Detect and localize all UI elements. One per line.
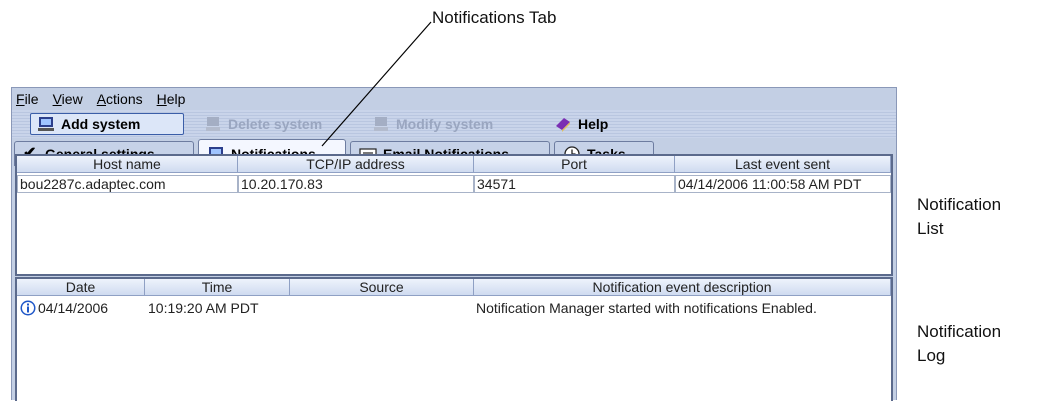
menu-view[interactable]: View (53, 91, 83, 107)
column-header-last-event-sent[interactable]: Last event sent (675, 156, 891, 173)
computer-icon (38, 117, 54, 131)
menu-actions[interactable]: Actions (97, 91, 143, 107)
help-book-icon (556, 118, 570, 132)
column-header-host-name[interactable]: Host name (17, 156, 238, 173)
cell-date: 04/14/2006 (38, 300, 109, 316)
callout-line: Notification (917, 195, 1002, 214)
column-header-time[interactable]: Time (145, 279, 290, 296)
menu-bar: File View Actions Help (12, 88, 896, 110)
toolbar: Add system Delete system Modify system H… (12, 110, 896, 138)
modify-computer-icon (374, 117, 388, 131)
modify-system-button[interactable]: Modify system (366, 113, 499, 135)
callout-line: Log (917, 346, 946, 365)
info-icon (20, 300, 36, 316)
delete-computer-icon (206, 117, 220, 131)
delete-system-button[interactable]: Delete system (198, 113, 328, 135)
column-header-tcpip-address[interactable]: TCP/IP address (238, 156, 474, 173)
menu-help[interactable]: Help (157, 91, 186, 107)
add-system-button[interactable]: Add system (30, 113, 184, 135)
callout-notification-list: Notification List (917, 193, 1001, 241)
callout-notification-log: Notification Log (917, 320, 1001, 368)
cell-time: 10:19:20 AM PDT (148, 300, 259, 316)
application-window: File View Actions Help Add system Delete… (11, 87, 897, 401)
notification-log-table: Date Time Source Notification event desc… (15, 277, 893, 401)
column-header-source[interactable]: Source (290, 279, 474, 296)
cell-tcpip-address: 10.20.170.83 (238, 175, 474, 193)
callout-notifications-tab: Notifications Tab (432, 8, 557, 27)
menu-file[interactable]: File (16, 91, 39, 107)
column-header-port[interactable]: Port (474, 156, 675, 173)
column-header-date[interactable]: Date (17, 279, 145, 296)
callout-line: List (917, 219, 944, 238)
notification-list-table: Host name TCP/IP address Port Last event… (15, 154, 893, 276)
cell-host-name: bou2287c.adaptec.com (17, 175, 238, 193)
cell-port: 34571 (474, 175, 675, 193)
cell-event-description: Notification Manager started with notifi… (476, 300, 817, 316)
callout-line: Notification (917, 322, 1002, 341)
help-button[interactable]: Help (548, 113, 614, 135)
column-header-event-description[interactable]: Notification event description (474, 279, 891, 296)
cell-last-event-sent: 04/14/2006 11:00:58 AM PDT (675, 175, 891, 193)
